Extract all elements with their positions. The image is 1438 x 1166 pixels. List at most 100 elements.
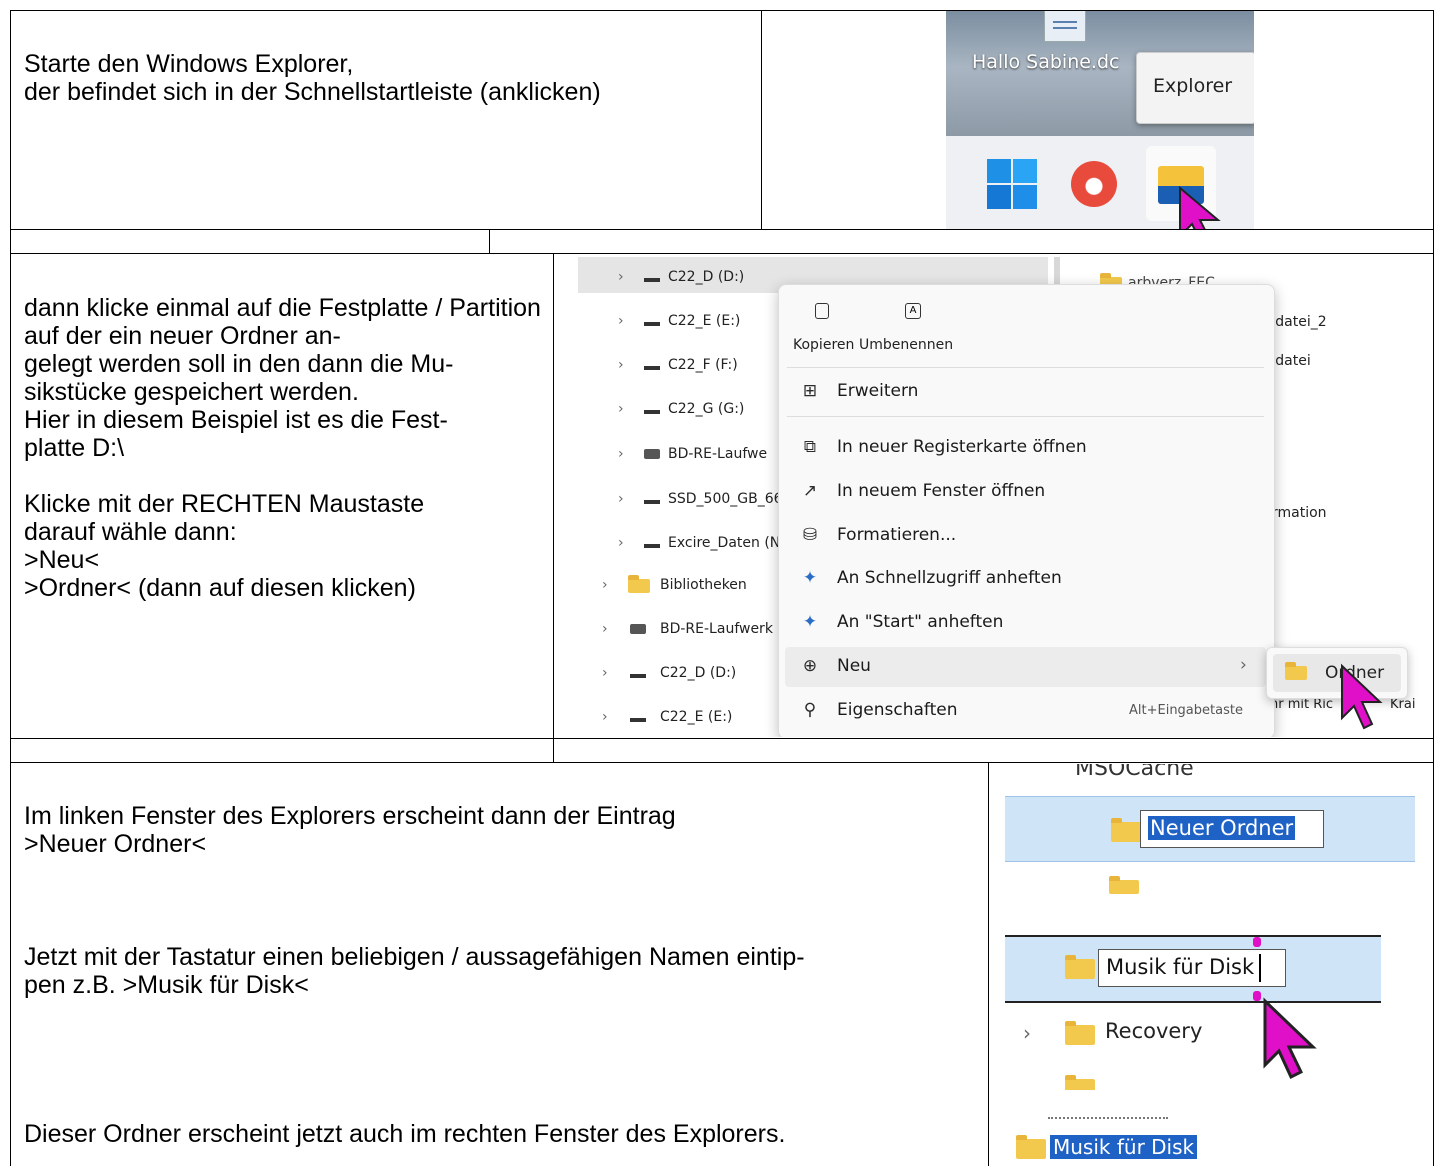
menu-item-new-window[interactable]: ↗ In neuem Fenster öffnen (779, 472, 1271, 512)
firefox-icon[interactable] (1071, 161, 1117, 207)
folder-icon (1065, 1075, 1095, 1090)
tooltip-label: Explorer (1153, 75, 1233, 97)
menu-item-label: An "Start" anheften (837, 612, 1004, 632)
tree-item-label: C22_D (D:) (668, 269, 745, 285)
tooltip: Explorer (1136, 52, 1254, 124)
tree-item[interactable]: › Bibliotheken (578, 575, 778, 607)
selected-folder-label[interactable]: Musik für Disk (1050, 1135, 1198, 1159)
tree-item[interactable]: › SSD_500_GB_66 (578, 491, 783, 521)
mouse-cursor-icon (1263, 997, 1317, 1080)
tree-item-label[interactable]: Recovery (1105, 1019, 1202, 1043)
mouse-cursor-icon (1341, 663, 1383, 730)
rename-label: Umbenennen (859, 337, 954, 353)
drive-icon (644, 322, 660, 326)
tree-item[interactable]: › C22_G (G:) (578, 401, 778, 431)
menu-item-format[interactable]: ⛁ Formatieren... (779, 516, 1271, 556)
drive-icon (644, 544, 660, 548)
tree-item-label: C22_G (G:) (668, 401, 745, 417)
desktop-file-label[interactable]: Hallo Sabine.dc (972, 51, 1119, 73)
folder-icon (1065, 955, 1095, 979)
rename-input-value: Musik für Disk (1106, 955, 1255, 979)
menu-item-properties[interactable]: ⚲ Eigenschaften Alt+Eingabetaste (779, 691, 1271, 731)
new-tab-icon: ⧉ (803, 437, 817, 457)
chevron-right-icon: › (1023, 1021, 1031, 1045)
drive-icon (630, 718, 646, 722)
menu-item-label: In neuer Registerkarte öffnen (837, 437, 1087, 457)
file-item[interactable]: Krai (1390, 697, 1415, 712)
optical-drive-icon (630, 624, 646, 634)
folder-icon (1016, 1135, 1046, 1159)
menu-item-pin-quick-access[interactable]: ✦ An Schnellzugriff anheften (779, 559, 1271, 599)
chevron-right-icon: › (618, 535, 624, 551)
chevron-right-icon: › (618, 401, 624, 417)
table-divider (761, 10, 762, 229)
instruction-step-2: dann klicke einmal auf die Festplatte / … (24, 294, 541, 602)
mouse-cursor-icon (1179, 186, 1221, 229)
drive-icon (630, 674, 646, 678)
tree-item[interactable]: › C22_E (E:) (578, 709, 778, 737)
folder-icon (1065, 1021, 1095, 1045)
tree-item[interactable]: › C22_D (D:) (578, 269, 778, 299)
menu-item-label: In neuem Fenster öffnen (837, 481, 1046, 501)
table-rule (10, 253, 1434, 254)
copy-action[interactable]: Kopieren (793, 303, 863, 353)
pin-icon: ✦ (802, 568, 818, 588)
tree-item-label: SSD_500_GB_66 (668, 491, 783, 507)
folder-icon (1109, 876, 1139, 894)
menu-item-pin-start[interactable]: ✦ An "Start" anheften (779, 603, 1271, 643)
menu-separator (787, 367, 1264, 368)
menu-item-label: Eigenschaften (837, 700, 958, 720)
folder-icon (628, 575, 650, 593)
table-rule (10, 762, 1434, 763)
chevron-right-icon: › (602, 665, 608, 681)
drive-icon (644, 410, 660, 414)
windows-start-icon[interactable] (987, 159, 1037, 209)
copy-icon (815, 303, 829, 319)
menu-separator (787, 416, 1264, 417)
shortcut-label: Alt+Eingabetaste (1129, 703, 1243, 718)
expand-icon: ⊞ (802, 381, 818, 401)
context-menu: Kopieren A Umbenennen ⊞ Erweitern ⧉ In n… (778, 284, 1275, 737)
chevron-right-icon: › (602, 621, 608, 637)
drive-icon (644, 366, 660, 370)
table-border-left (10, 10, 11, 1166)
file-item[interactable]: sdatei_2 (1268, 314, 1327, 330)
instruction-step-3c: Dieser Ordner erscheint jetzt auch im re… (24, 1120, 786, 1148)
menu-item-new[interactable]: ⊕ Neu › (785, 647, 1266, 687)
chevron-right-icon: › (618, 269, 624, 285)
menu-item-label: An Schnellzugriff anheften (837, 568, 1062, 588)
taskbar-screenshot: Hallo Sabine.dc Explorer (946, 11, 1254, 229)
pin-icon: ✦ (802, 612, 818, 632)
folder-icon (1111, 818, 1141, 842)
rename-action[interactable]: A Umbenennen (859, 303, 959, 353)
new-folder-screenshot: MSOCache Neuer Ordner (1005, 764, 1415, 894)
rename-input[interactable]: Musik für Disk (1098, 949, 1286, 987)
right-pane-screenshot: Musik für Disk (1008, 1115, 1208, 1166)
tree-item-label: BD-RE-Laufwerk (660, 621, 773, 637)
menu-item-new-tab[interactable]: ⧉ In neuer Registerkarte öffnen (779, 428, 1271, 468)
tree-item[interactable]: › C22_E (E:) (578, 313, 778, 343)
tree-item-label: C22_E (E:) (660, 709, 733, 725)
file-item[interactable]: rmation (1272, 505, 1327, 521)
rename-input[interactable]: Neuer Ordner (1140, 810, 1324, 848)
tree-item-label: Bibliotheken (660, 577, 747, 593)
drive-icon (644, 500, 660, 504)
tree-item[interactable]: › BD-RE-Laufwerk (578, 621, 778, 651)
tree-item[interactable]: › BD-RE-Laufwe (578, 446, 778, 476)
tree-item[interactable]: › C22_F (F:) (578, 357, 778, 387)
document-icon (1044, 11, 1086, 42)
table-divider (988, 762, 989, 1166)
table-border-right (1433, 10, 1434, 1166)
new-window-icon: ↗ (802, 481, 818, 501)
optical-drive-icon (644, 449, 660, 459)
tree-item[interactable]: › Excire_Daten (N (578, 535, 781, 565)
context-menu-screenshot: › C22_D (D:) › C22_E (E:) › C22_F (F:) ›… (578, 257, 1430, 737)
menu-item-label: Formatieren... (837, 525, 957, 545)
menu-item-label: Erweitern (837, 381, 919, 401)
copy-label: Kopieren (793, 337, 855, 353)
tree-item-label: Excire_Daten (N (668, 535, 781, 551)
tree-item[interactable]: › C22_D (D:) (578, 665, 778, 695)
instruction-step-1: Starte den Windows Explorer, der befinde… (24, 50, 601, 106)
menu-item-erweitern[interactable]: ⊞ Erweitern (779, 372, 1271, 412)
drive-icon (644, 278, 660, 282)
